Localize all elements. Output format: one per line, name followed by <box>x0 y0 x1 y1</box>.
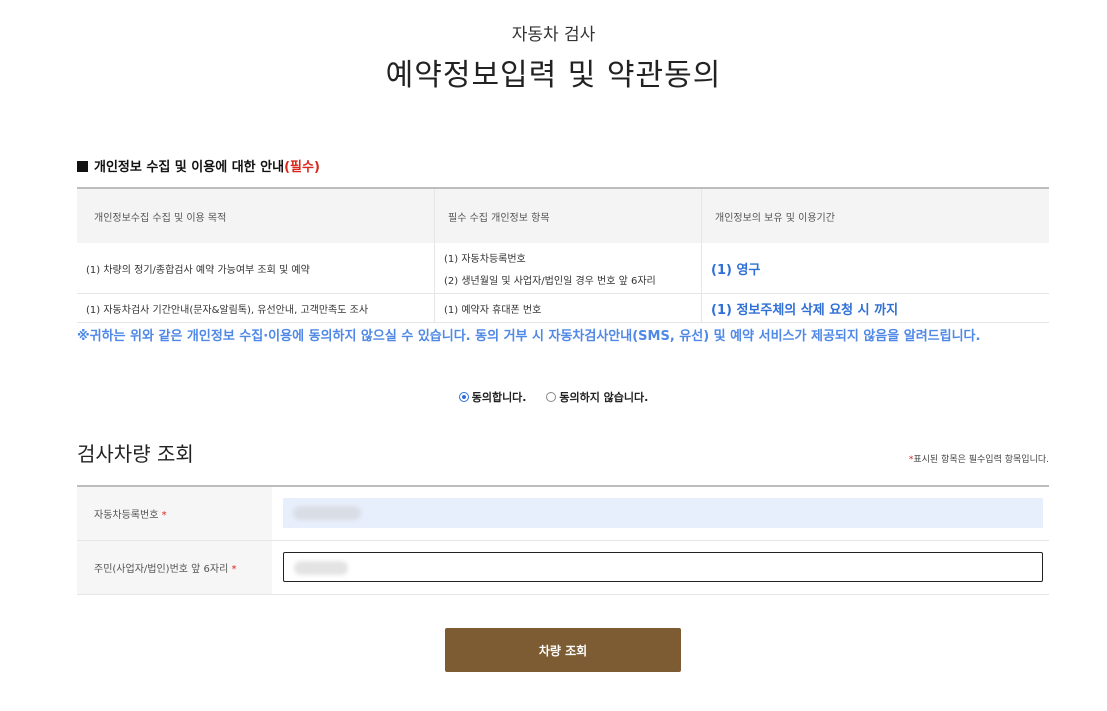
field-label: 자동차등록번호 * <box>77 485 272 541</box>
items-line: (2) 생년월일 및 사업자/법인일 경우 번호 앞 6자리 <box>444 275 656 287</box>
purpose-cell: (1) 차량의 정기/종합검사 예약 가능여부 조회 및 예약 <box>77 243 435 294</box>
privacy-heading-text: 개인정보 수집 및 이용에 대한 안내 <box>94 160 285 175</box>
privacy-section-heading: 개인정보 수집 및 이용에 대한 안내(필수) <box>77 156 320 175</box>
items-cell: (1) 예약자 휴대폰 번호 <box>434 293 702 323</box>
field-value <box>272 485 1049 541</box>
period-cell: (1) 영구 <box>701 243 1049 294</box>
field-label: 주민(사업자/법인)번호 앞 6자리 * <box>77 540 272 595</box>
required-star: * <box>231 563 237 575</box>
radio-unselected-icon[interactable] <box>546 392 557 402</box>
agree-label[interactable]: 동의합니다. <box>472 389 527 405</box>
required-note: *표시된 항목은 필수입력 항목입니다. <box>909 452 1049 465</box>
page-subtitle: 자동차 검사 <box>511 25 596 45</box>
required-label: (필수) <box>284 160 320 175</box>
privacy-table-header: 개인정보수집 수집 및 이용 목적 필수 수집 개인정보 항목 개인정보의 보유… <box>77 187 1049 243</box>
table-row: (1) 차량의 정기/종합검사 예약 가능여부 조회 및 예약 (1) 자동차등… <box>77 243 1049 294</box>
form-row: 주민(사업자/법인)번호 앞 6자리 * <box>77 540 1049 595</box>
period-cell: (1) 정보주체의 삭제 요청 시 까지 <box>701 293 1049 323</box>
items-line: (1) 자동차등록번호 <box>444 253 526 265</box>
required-note-text: 표시된 항목은 필수입력 항목입니다. <box>913 455 1049 465</box>
table-row: (1) 자동차검사 기간안내(문자&알림톡), 유선안내, 고객만족도 조사 (… <box>77 293 1049 323</box>
column-header-period: 개인정보의 보유 및 이용기간 <box>701 187 1049 243</box>
consent-notice: ※귀하는 위와 같은 개인정보 수집·이용에 동의하지 않으실 수 있습니다. … <box>77 329 981 344</box>
registration-number-input[interactable] <box>283 498 1043 529</box>
field-value <box>272 540 1049 595</box>
registration-label: 자동차등록번호 <box>94 509 159 521</box>
items-cell: (1) 자동차등록번호 (2) 생년월일 및 사업자/법인일 경우 번호 앞 6… <box>434 243 702 294</box>
required-star: * <box>161 509 167 521</box>
purpose-cell: (1) 자동차검사 기간안내(문자&알림톡), 유선안내, 고객만족도 조사 <box>77 293 435 323</box>
form-row: 자동차등록번호 * <box>77 485 1049 541</box>
vehicle-section-title: 검사차량 조회 <box>77 442 194 466</box>
radio-selected-icon[interactable] <box>458 392 469 402</box>
vehicle-form: 자동차등록번호 * 주민(사업자/법인)번호 앞 6자리 * <box>77 485 1049 595</box>
column-header-items: 필수 수집 개인정보 항목 <box>434 187 702 243</box>
id-number-input[interactable] <box>283 552 1043 582</box>
column-header-purpose: 개인정보수집 수집 및 이용 목적 <box>77 187 435 243</box>
privacy-table: 개인정보수집 수집 및 이용 목적 필수 수집 개인정보 항목 개인정보의 보유… <box>77 187 1049 323</box>
redacted-value <box>294 561 348 575</box>
disagree-label[interactable]: 동의하지 않습니다. <box>559 389 648 405</box>
disagree-radio[interactable]: 동의하지 않습니다. <box>546 389 648 405</box>
vehicle-search-button[interactable]: 차량 조회 <box>445 628 681 672</box>
consent-radio-group: 동의합니다. 동의하지 않습니다. <box>0 389 1107 405</box>
page-title: 예약정보입력 및 약관동의 <box>385 58 722 93</box>
agree-radio[interactable]: 동의합니다. <box>458 389 527 405</box>
square-bullet-icon <box>77 161 88 172</box>
id-number-label: 주민(사업자/법인)번호 앞 6자리 <box>94 563 229 575</box>
redacted-value <box>293 506 361 521</box>
